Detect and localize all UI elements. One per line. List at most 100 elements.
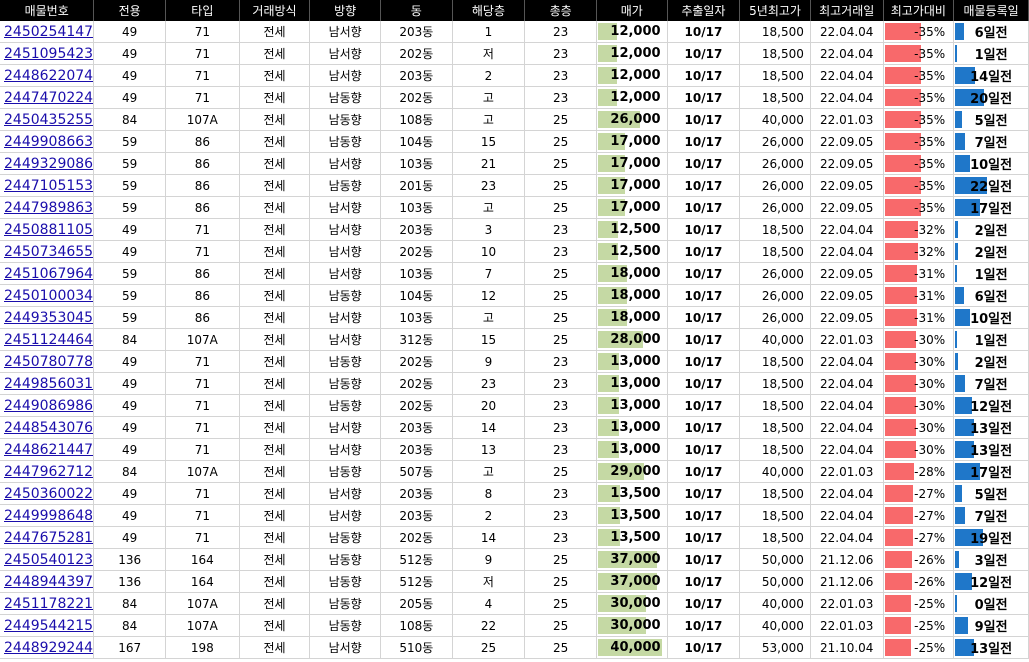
total-floors-cell: 25: [524, 614, 597, 637]
table-body: 2450254147 49 71 전세 남서향 203동 1 23 12,000 10/17 18,…: [0, 21, 1029, 659]
listing-id-link[interactable]: 2450881105: [0, 222, 93, 238]
max-date-cell: 22.09.05: [810, 174, 884, 197]
listing-id-link[interactable]: 2451124464: [0, 332, 93, 348]
col-header-max5[interactable]: 5년최고가: [739, 0, 811, 21]
col-header-max-date[interactable]: 최고거래일: [810, 0, 884, 21]
table-row: 2448543076 49 71 전세 남서향 203동 14 23 13,000 10/17 18…: [0, 416, 1029, 439]
floor-cell: 8: [452, 482, 526, 505]
price-cell: 18,000: [596, 306, 668, 329]
registered-cell: 1일전: [953, 42, 1029, 65]
direction-cell: 남서향: [309, 218, 381, 241]
col-header-trade[interactable]: 거래방식: [239, 0, 311, 21]
price-value: 12,000: [610, 46, 661, 61]
col-header-type[interactable]: 타입: [165, 0, 240, 21]
col-header-floor[interactable]: 해당층: [452, 0, 526, 21]
listing-id-link[interactable]: 2449998648: [0, 508, 93, 524]
price-value: 17,000: [610, 156, 661, 171]
price-cell: 12,500: [596, 240, 668, 263]
col-header-id[interactable]: 매물번호: [0, 0, 95, 21]
listing-id-link[interactable]: 2451067964: [0, 266, 93, 282]
listing-id-link[interactable]: 2449856031: [0, 376, 93, 392]
floor-cell: 7: [452, 262, 526, 285]
col-header-price[interactable]: 매가: [596, 0, 668, 21]
col-header-extract-date[interactable]: 추출일자: [667, 0, 741, 21]
dong-cell: 202동: [380, 42, 453, 65]
max5-cell: 18,500: [739, 394, 811, 417]
listing-id-cell: 2449544215: [0, 614, 95, 637]
trade-cell: 전세: [239, 240, 311, 263]
listing-id-link[interactable]: 2448929244: [0, 640, 93, 656]
price-value: 37,000: [610, 552, 661, 567]
listing-id-link[interactable]: 2451095423: [0, 46, 93, 62]
listing-id-link[interactable]: 2448621447: [0, 442, 93, 458]
listing-id-link[interactable]: 2450360022: [0, 486, 93, 502]
pct-cell: -35%: [883, 108, 955, 131]
listing-id-link[interactable]: 2451178221: [0, 596, 93, 612]
col-header-dong[interactable]: 동: [380, 0, 453, 21]
listing-id-link[interactable]: 2449086986: [0, 398, 93, 414]
floor-cell: 23: [452, 174, 526, 197]
listing-id-link[interactable]: 2448622074: [0, 68, 93, 84]
listing-id-link[interactable]: 2450100034: [0, 288, 93, 304]
listing-id-link[interactable]: 2450734655: [0, 244, 93, 260]
table-row: 2448622074 49 71 전세 남서향 203동 2 23 12,000 10/17 18,…: [0, 64, 1029, 87]
listing-id-link[interactable]: 2448543076: [0, 420, 93, 436]
registered-cell: 10일전: [953, 306, 1029, 329]
col-header-area[interactable]: 전용: [93, 0, 167, 21]
pct-value: -35%: [914, 46, 946, 61]
table-row: 2448621447 49 71 전세 남서향 203동 13 23 13,000 10/17 18…: [0, 438, 1029, 461]
max-date-cell: 22.01.03: [810, 328, 884, 351]
area-cell: 59: [93, 130, 167, 153]
dong-cell: 512동: [380, 548, 453, 571]
pct-cell: -31%: [883, 284, 955, 307]
listing-id-link[interactable]: 2450780778: [0, 354, 93, 370]
listing-id-link[interactable]: 2450254147: [0, 24, 93, 40]
registered-cell: 9일전: [953, 614, 1029, 637]
price-value: 12,000: [610, 90, 661, 105]
trade-cell: 전세: [239, 284, 311, 307]
col-header-direction[interactable]: 방향: [309, 0, 381, 21]
listing-id-link[interactable]: 2449329086: [0, 156, 93, 172]
listing-id-link[interactable]: 2447470224: [0, 90, 93, 106]
max5-cell: 26,000: [739, 196, 811, 219]
col-header-registered[interactable]: 매물등록일: [953, 0, 1029, 21]
extract-date-cell: 10/17: [667, 262, 741, 285]
direction-cell: 남서향: [309, 262, 381, 285]
pct-cell: -32%: [883, 240, 955, 263]
listing-id-link[interactable]: 2447962712: [0, 464, 93, 480]
listing-id-link[interactable]: 2449544215: [0, 618, 93, 634]
listing-id-link[interactable]: 2449908663: [0, 134, 93, 150]
trade-cell: 전세: [239, 416, 311, 439]
floor-cell: 13: [452, 438, 526, 461]
listing-id-link[interactable]: 2450435255: [0, 112, 93, 128]
area-cell: 49: [93, 240, 167, 263]
listing-id-link[interactable]: 2448944397: [0, 574, 93, 590]
area-cell: 59: [93, 196, 167, 219]
floor-cell: 4: [452, 592, 526, 615]
listing-id-link[interactable]: 2447675281: [0, 530, 93, 546]
listing-id-link[interactable]: 2447105153: [0, 178, 93, 194]
dong-cell: 202동: [380, 86, 453, 109]
price-value: 13,000: [610, 376, 661, 391]
listing-id-cell: 2447675281: [0, 526, 95, 549]
listing-id-cell: 2451178221: [0, 592, 95, 615]
area-cell: 49: [93, 504, 167, 527]
direction-cell: 남서향: [309, 306, 381, 329]
type-cell: 86: [165, 130, 240, 153]
col-header-pct[interactable]: 최고가대비: [883, 0, 955, 21]
extract-date-cell: 10/17: [667, 438, 741, 461]
type-cell: 71: [165, 64, 240, 87]
trade-cell: 전세: [239, 130, 311, 153]
type-cell: 107A: [165, 592, 240, 615]
listing-id-link[interactable]: 2447989863: [0, 200, 93, 216]
pct-value: -27%: [914, 530, 946, 545]
col-header-total-floors[interactable]: 총층: [524, 0, 597, 21]
listing-id-link[interactable]: 2450540123: [0, 552, 93, 568]
listing-id-link[interactable]: 2449353045: [0, 310, 93, 326]
price-value: 12,000: [610, 68, 661, 83]
registered-cell: 13일전: [953, 416, 1029, 439]
total-floors-cell: 23: [524, 218, 597, 241]
registered-cell: 1일전: [953, 328, 1029, 351]
price-value: 13,500: [610, 508, 661, 523]
floor-cell: 고: [452, 460, 526, 483]
